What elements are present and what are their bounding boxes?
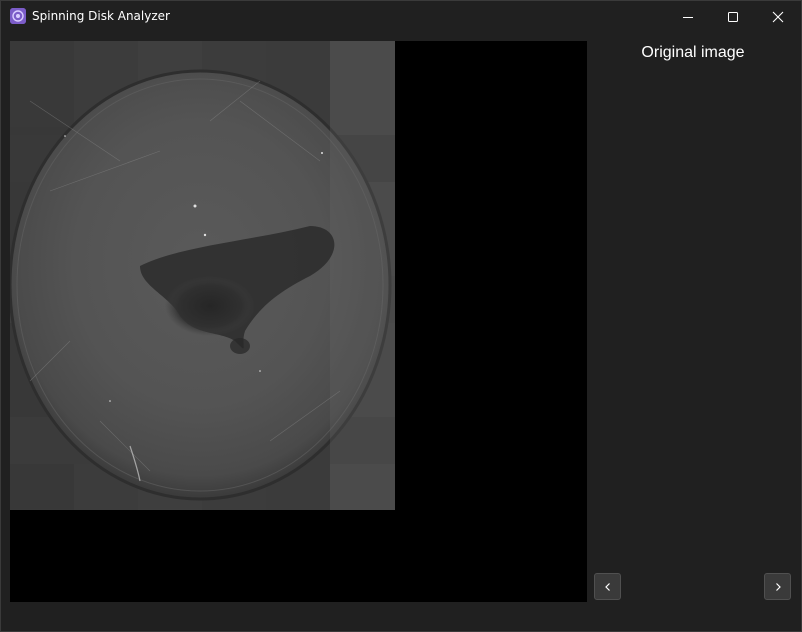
chevron-right-icon (775, 582, 781, 591)
disk-scan-image (10, 41, 395, 510)
app-window: Spinning Disk Analyzer Original image (0, 0, 802, 632)
maximize-icon (728, 11, 738, 22)
minimize-button[interactable] (665, 1, 711, 32)
app-logo-icon (10, 8, 26, 24)
title-bar[interactable]: Spinning Disk Analyzer (1, 1, 801, 32)
close-icon (772, 11, 784, 22)
minimize-icon (683, 16, 693, 18)
chevron-left-icon (604, 582, 610, 591)
next-image-button[interactable] (764, 573, 791, 600)
window-title: Spinning Disk Analyzer (32, 9, 170, 23)
side-panel-title: Original image (641, 44, 745, 61)
image-viewer[interactable] (10, 41, 587, 602)
maximize-button[interactable] (710, 1, 756, 32)
close-button[interactable] (755, 1, 801, 32)
previous-image-button[interactable] (594, 573, 621, 600)
